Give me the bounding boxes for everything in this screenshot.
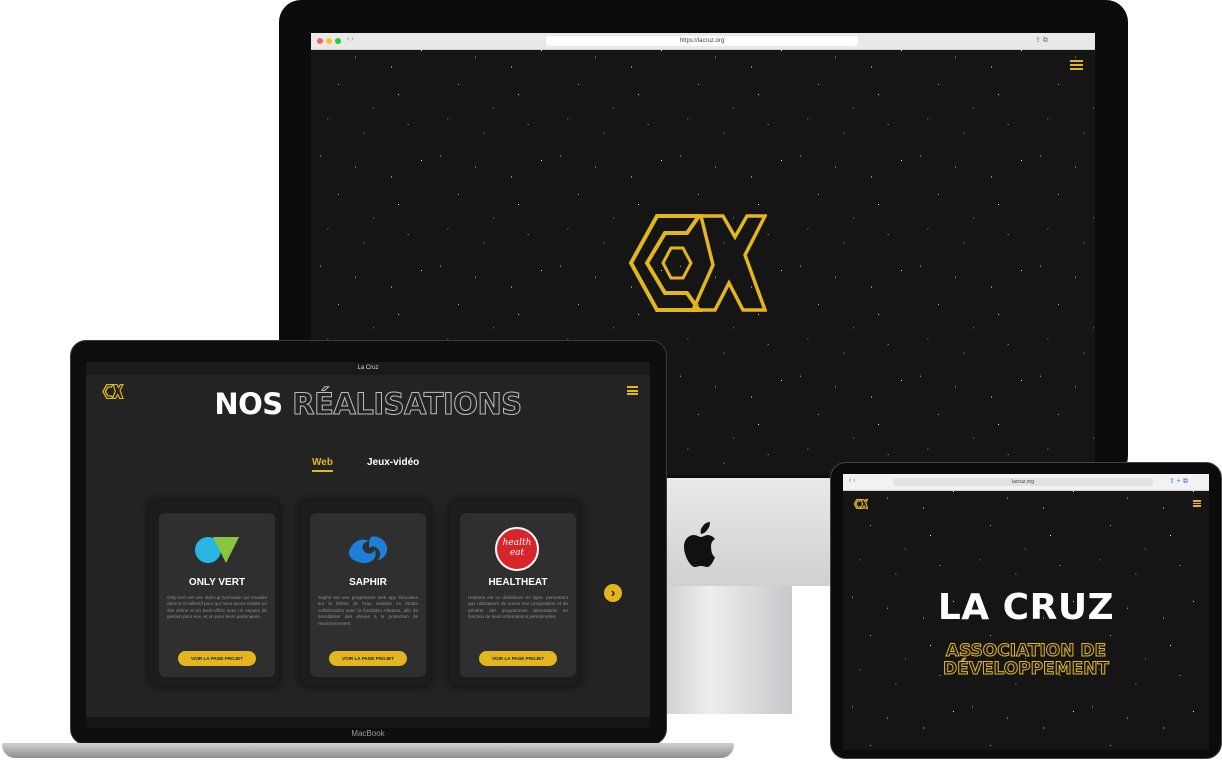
only-vert-logo-icon (195, 537, 239, 563)
share-icon[interactable]: ⇪ ⧉ (1035, 36, 1048, 45)
hamburger-icon[interactable] (1070, 60, 1083, 70)
hero-title: LA CRUZ (937, 587, 1115, 628)
cx-logo-icon (629, 214, 767, 312)
back-forward-icon[interactable]: ‹ › (347, 36, 354, 43)
card-description: Only-vert est une start-up lyonnaise qui… (167, 595, 267, 620)
hamburger-icon[interactable] (1193, 500, 1201, 507)
saphir-logo-icon (348, 536, 388, 564)
view-project-button[interactable]: VOIR LA PAGE PROJET (178, 651, 256, 666)
project-card: ONLY VERT Only-vert est une start-up lyo… (149, 501, 279, 686)
card-title: SAPHIR (349, 577, 387, 588)
card-title: HEALTHEAT (488, 577, 548, 588)
address-bar[interactable]: https://lacruz.org (546, 36, 858, 46)
hero-subtitle-line1: ASSOCIATION DE (945, 641, 1107, 661)
browser-toolbar: ‹ › lacruz.org ⇪ + ⧉ (843, 474, 1209, 491)
logo-text-eat: eat (509, 548, 525, 558)
macbook-label: MacBook (351, 729, 385, 738)
back-forward-icon[interactable]: ‹ › (849, 477, 856, 484)
page-title-solid: NOS (214, 387, 283, 421)
macbook-base (2, 743, 734, 758)
project-card: SAPHIR Saphir est une progressive web ap… (300, 501, 430, 686)
window-title: La Cruz (86, 362, 650, 375)
card-description: Healteat est un diététicien en ligne, pe… (468, 595, 568, 620)
maximize-window-button[interactable] (335, 38, 341, 44)
close-window-button[interactable] (317, 38, 323, 44)
view-project-button[interactable]: VOIR LA PAGE PROJET (329, 651, 407, 666)
apple-logo-icon (684, 522, 715, 567)
health-eat-logo-icon: health eat (495, 527, 539, 571)
macbook-bezel-bottom (86, 717, 650, 728)
cx-logo-icon[interactable] (854, 499, 868, 509)
logo-text-health: health (502, 538, 532, 548)
ipad-screen: ‹ › lacruz.org ⇪ + ⧉ LA CRUZ ASSOCIATION… (843, 474, 1209, 750)
card-description: Saphir est une progressive web app éduca… (318, 595, 418, 626)
minimize-window-button[interactable] (326, 38, 332, 44)
page-title: NOS RÉALISATIONS (86, 387, 650, 422)
view-project-button[interactable]: VOIR LA PAGE PROJET (479, 651, 557, 666)
card-title: ONLY VERT (188, 577, 246, 588)
project-card: health eat HEALTHEAT Healteat est un dié… (450, 501, 580, 686)
page-title-outline: RÉALISATIONS (292, 387, 523, 422)
browser-toolbar: ‹ › https://lacruz.org ⇪ ⧉ (311, 33, 1095, 50)
hero-subtitle: ASSOCIATION DE DÉVELOPPEMENT (843, 641, 1209, 679)
address-bar[interactable]: lacruz.org (893, 478, 1153, 486)
share-icon[interactable]: ⇪ + ⧉ (1169, 477, 1188, 486)
tab-web[interactable]: Web (312, 457, 333, 472)
macbook-screen: NOS RÉALISATIONS Web Jeux-vidéo ONLY VER… (86, 375, 650, 717)
hero-subtitle-line2: DÉVELOPPEMENT (942, 659, 1110, 679)
tab-jeux-video[interactable]: Jeux-vidéo (367, 457, 419, 468)
chevron-right-circle-icon[interactable]: › (604, 584, 622, 602)
